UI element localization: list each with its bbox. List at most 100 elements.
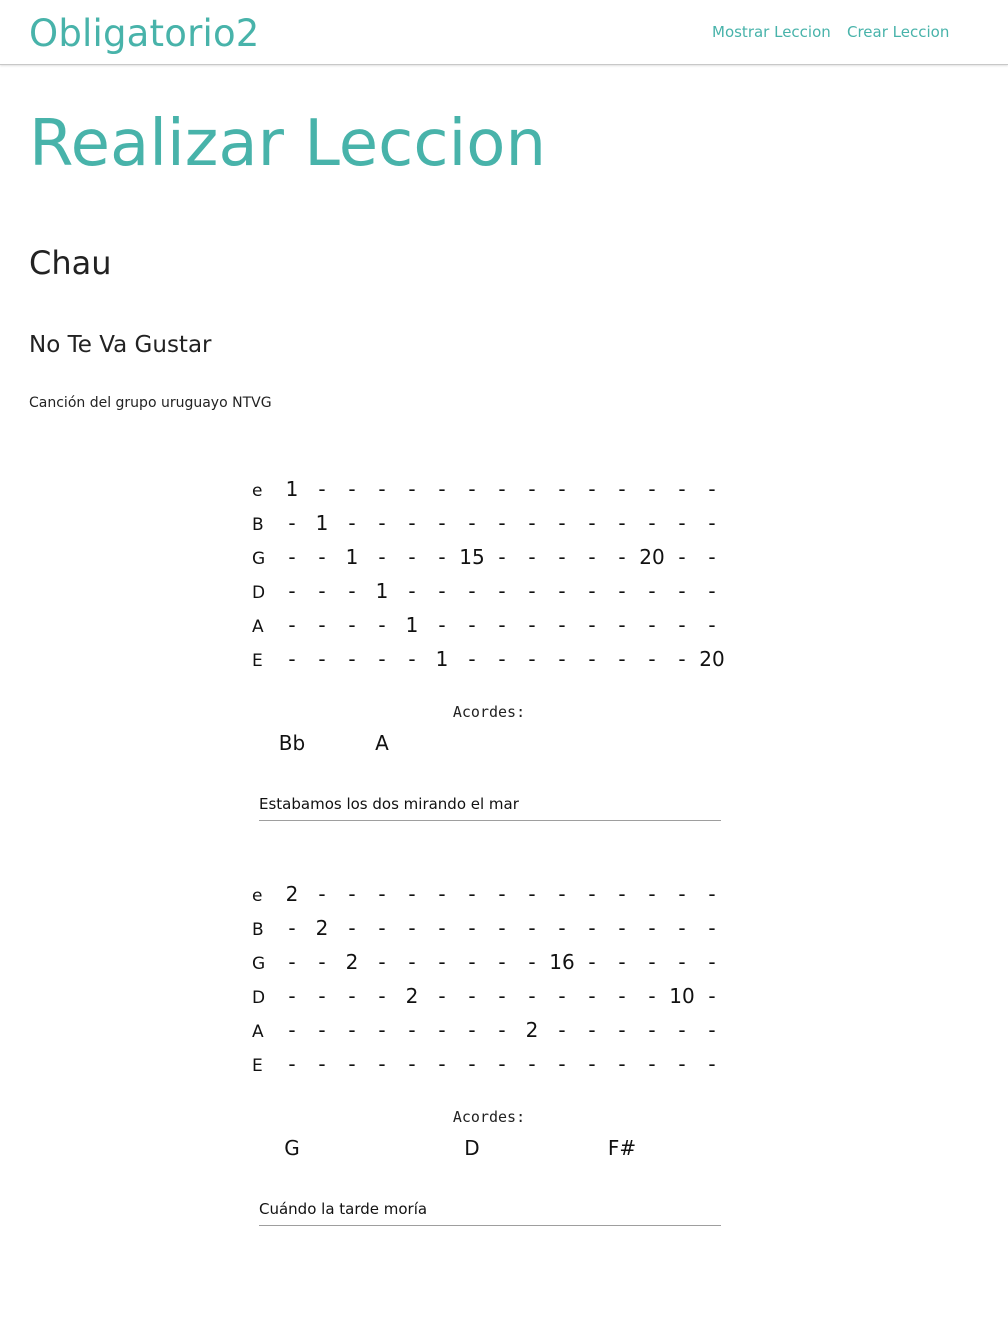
tab-cell-empty: - xyxy=(438,545,446,569)
tab-cell-empty: - xyxy=(318,613,326,637)
tab-cell-empty: - xyxy=(618,1052,626,1076)
tab-cell-empty: - xyxy=(408,1018,416,1042)
tab-cell-empty: - xyxy=(348,613,356,637)
tab-cell-empty: - xyxy=(378,613,386,637)
tab-cell-empty: - xyxy=(708,950,716,974)
tab-cell-empty: - xyxy=(708,545,716,569)
tab-cell-empty: - xyxy=(288,916,296,940)
tab-cell-empty: - xyxy=(378,916,386,940)
tab-cell-empty: - xyxy=(708,882,716,906)
tab-cell-empty: - xyxy=(678,511,686,535)
tab-cell-empty: - xyxy=(438,950,446,974)
string-name: B xyxy=(252,920,264,940)
tab-cell-empty: - xyxy=(558,647,566,671)
tab-cell-empty: - xyxy=(618,950,626,974)
tab-cell-empty: - xyxy=(618,511,626,535)
tab-cell-empty: - xyxy=(318,477,326,501)
nav-link-crear-leccion[interactable]: Crear Leccion xyxy=(847,22,949,42)
tab-cell-empty: - xyxy=(588,613,596,637)
navbar: Obligatorio2 Mostrar Leccion Crear Lecci… xyxy=(0,0,1008,65)
tab-cell-empty: - xyxy=(528,477,536,501)
tab-cell-fret: 2 xyxy=(525,1018,539,1042)
tab-cell-empty: - xyxy=(588,545,596,569)
tab-cell-empty: - xyxy=(588,1018,596,1042)
string-name: B xyxy=(252,515,264,535)
nav-link-mostrar-leccion[interactable]: Mostrar Leccion xyxy=(712,22,831,42)
lyric-input[interactable] xyxy=(259,1193,721,1226)
tab-cell-empty: - xyxy=(588,477,596,501)
tab-cell-empty: - xyxy=(708,613,716,637)
tab-cell-empty: - xyxy=(708,511,716,535)
tab-cell-empty: - xyxy=(288,579,296,603)
tab-cell-empty: - xyxy=(648,1018,656,1042)
tab-cell-empty: - xyxy=(558,511,566,535)
tab-cell-empty: - xyxy=(528,882,536,906)
tab-string-row: E--------------- xyxy=(249,1049,729,1083)
tab-cell-empty: - xyxy=(558,1052,566,1076)
tab-string-row: D---1----------- xyxy=(249,576,729,610)
tab-cell-fret: 1 xyxy=(285,477,299,501)
tab-string-row: e2-------------- xyxy=(249,879,729,913)
tab-cell-empty: - xyxy=(438,984,446,1008)
tab-cell-empty: - xyxy=(498,579,506,603)
tab-cell-empty: - xyxy=(438,882,446,906)
tab-cell-empty: - xyxy=(348,916,356,940)
tab-cell-empty: - xyxy=(378,1052,386,1076)
tab-cell-empty: - xyxy=(348,882,356,906)
tab-cell-empty: - xyxy=(318,579,326,603)
tab-cell-empty: - xyxy=(678,613,686,637)
brand-logo-link[interactable]: Obligatorio2 xyxy=(29,10,260,58)
tab-cell-empty: - xyxy=(708,477,716,501)
tab-cell-empty: - xyxy=(468,647,476,671)
tab-cell-empty: - xyxy=(648,984,656,1008)
tab-cell-fret: 1 xyxy=(375,579,389,603)
lyric-input[interactable] xyxy=(259,788,721,821)
string-name: e xyxy=(252,886,263,906)
tab-cell-empty: - xyxy=(648,511,656,535)
tab-cell-empty: - xyxy=(528,511,536,535)
tab-cell-empty: - xyxy=(468,950,476,974)
tab-cell-empty: - xyxy=(498,882,506,906)
chord-label: D xyxy=(464,1136,480,1160)
tab-cell-empty: - xyxy=(318,1052,326,1076)
tab-cell-empty: - xyxy=(528,647,536,671)
tab-cell-empty: - xyxy=(438,916,446,940)
tab-cell-empty: - xyxy=(378,477,386,501)
tab-cell-empty: - xyxy=(678,950,686,974)
tab-cell-empty: - xyxy=(498,1052,506,1076)
tab-cell-empty: - xyxy=(468,579,476,603)
chord-label: A xyxy=(375,731,389,755)
tab-cell-empty: - xyxy=(558,579,566,603)
tab-cell-empty: - xyxy=(378,882,386,906)
tab-cell-empty: - xyxy=(558,613,566,637)
tab-cell-empty: - xyxy=(468,1018,476,1042)
tab-cell-empty: - xyxy=(678,882,686,906)
tab-cell-fret: 20 xyxy=(699,647,725,671)
song-title: No Te Va Gustar xyxy=(29,332,212,358)
tab-cell-empty: - xyxy=(588,511,596,535)
tab-cell-empty: - xyxy=(708,984,716,1008)
tab-cell-empty: - xyxy=(468,613,476,637)
tab-cell-empty: - xyxy=(528,984,536,1008)
tab-cell-empty: - xyxy=(378,647,386,671)
tab-cell-empty: - xyxy=(378,1018,386,1042)
tab-cell-empty: - xyxy=(318,1018,326,1042)
tab-cell-empty: - xyxy=(288,1052,296,1076)
tab-cell-empty: - xyxy=(678,579,686,603)
tab-cell-empty: - xyxy=(408,511,416,535)
tab-cell-empty: - xyxy=(438,613,446,637)
tab-cell-empty: - xyxy=(678,916,686,940)
tab-cell-empty: - xyxy=(618,613,626,637)
tab-cell-empty: - xyxy=(558,477,566,501)
tab-cell-empty: - xyxy=(708,1052,716,1076)
tab-cell-empty: - xyxy=(408,882,416,906)
tab-cell-empty: - xyxy=(288,950,296,974)
tab-cell-empty: - xyxy=(528,1052,536,1076)
tab-string-row: A--------2------ xyxy=(249,1015,729,1049)
tab-cell-empty: - xyxy=(408,916,416,940)
tab-cell-empty: - xyxy=(528,950,536,974)
tab-cell-empty: - xyxy=(648,916,656,940)
tab-cell-empty: - xyxy=(618,545,626,569)
tab-cell-empty: - xyxy=(648,950,656,974)
string-name: E xyxy=(252,651,263,671)
